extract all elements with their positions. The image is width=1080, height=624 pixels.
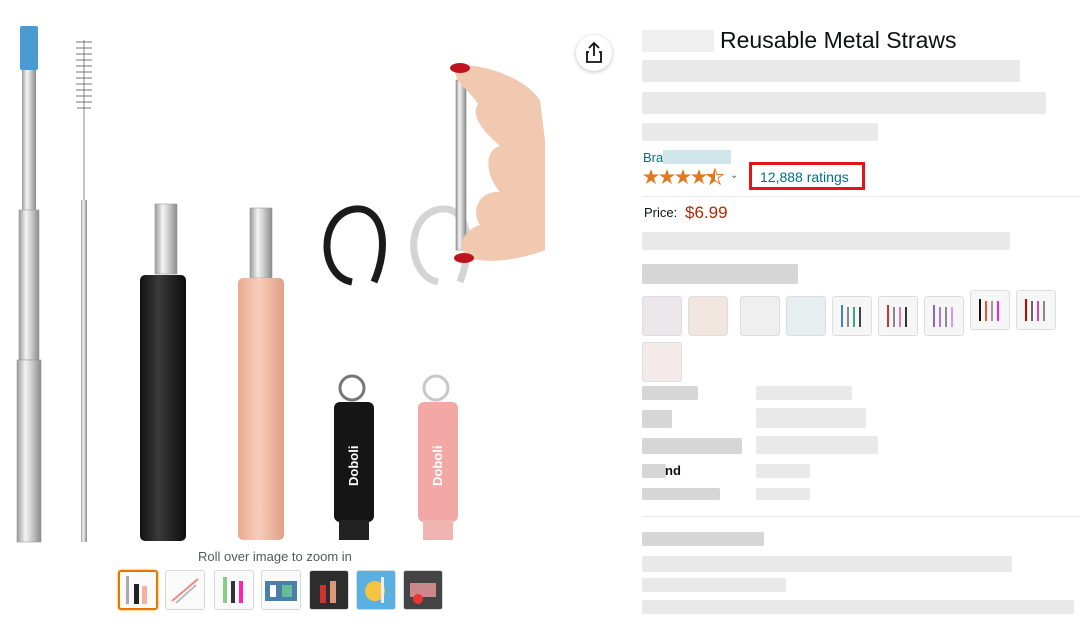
about-line-2 <box>642 578 786 592</box>
thumbnail-2[interactable] <box>165 570 205 610</box>
divider <box>642 196 1080 197</box>
thumbnail-5[interactable] <box>309 570 349 610</box>
variant-swatch-6[interactable] <box>878 296 918 336</box>
variant-swatch-1[interactable] <box>642 296 682 336</box>
star-icon <box>643 167 725 186</box>
brand-redacted <box>663 150 731 164</box>
product-title: Reusable Metal Straws <box>720 27 957 53</box>
zoom-hint: Roll over image to zoom in <box>198 549 352 564</box>
thumbnail-1[interactable] <box>118 570 158 610</box>
about-line-3 <box>642 600 1074 614</box>
variant-swatch-5[interactable] <box>832 296 872 336</box>
spec-val-1 <box>756 386 852 400</box>
variant-label <box>642 264 798 284</box>
share-icon <box>586 41 602 63</box>
thumbnail-7[interactable] <box>403 570 443 610</box>
spec-key-4-fragment: nd <box>665 463 681 478</box>
star-rating[interactable] <box>643 167 725 186</box>
variant-swatch-8[interactable] <box>970 290 1010 330</box>
ratings-link[interactable]: 12,888 ratings <box>760 169 849 185</box>
title-redacted <box>642 30 714 52</box>
price-value: $6.99 <box>685 203 728 222</box>
main-product-image[interactable]: Doboli Doboli <box>0 20 560 545</box>
spec-val-2 <box>756 408 866 428</box>
spec-key-4-redacted <box>642 464 666 478</box>
price-label: Price: <box>644 205 678 220</box>
pink-keychain-brand: Doboli <box>430 446 445 486</box>
spec-key-2 <box>642 410 672 428</box>
variant-swatch-3[interactable] <box>740 296 780 336</box>
spec-key-3 <box>642 438 742 454</box>
variant-swatch-4[interactable] <box>786 296 826 336</box>
thumbnail-strip <box>118 570 448 614</box>
info-line <box>642 232 1010 250</box>
black-keychain-brand: Doboli <box>346 446 361 486</box>
title-line-3 <box>642 92 1046 114</box>
thumbnail-6[interactable] <box>356 570 396 610</box>
spec-val-4 <box>756 464 810 478</box>
spec-val-3 <box>756 436 878 454</box>
brand-prefix: Bra <box>643 150 664 165</box>
variant-swatch-9[interactable] <box>1016 290 1056 330</box>
about-line-1 <box>642 556 1012 572</box>
title-line-4 <box>642 123 878 141</box>
spec-key-1 <box>642 386 698 400</box>
chevron-down-icon[interactable]: ⌄ <box>730 170 738 181</box>
spec-key-5 <box>642 488 720 500</box>
share-button[interactable] <box>576 35 612 71</box>
variant-swatch-7[interactable] <box>924 296 964 336</box>
thumbnail-4[interactable] <box>261 570 301 610</box>
variant-swatch-2[interactable] <box>688 296 728 336</box>
product-illustration: Doboli Doboli <box>16 26 545 543</box>
title-line-2 <box>642 60 1020 82</box>
about-heading <box>642 532 764 546</box>
spec-val-5 <box>756 488 810 500</box>
divider-2 <box>642 516 1080 517</box>
variant-swatch-10[interactable] <box>642 342 682 382</box>
thumbnail-3[interactable] <box>214 570 254 610</box>
brand-link[interactable]: Bra <box>643 150 663 165</box>
